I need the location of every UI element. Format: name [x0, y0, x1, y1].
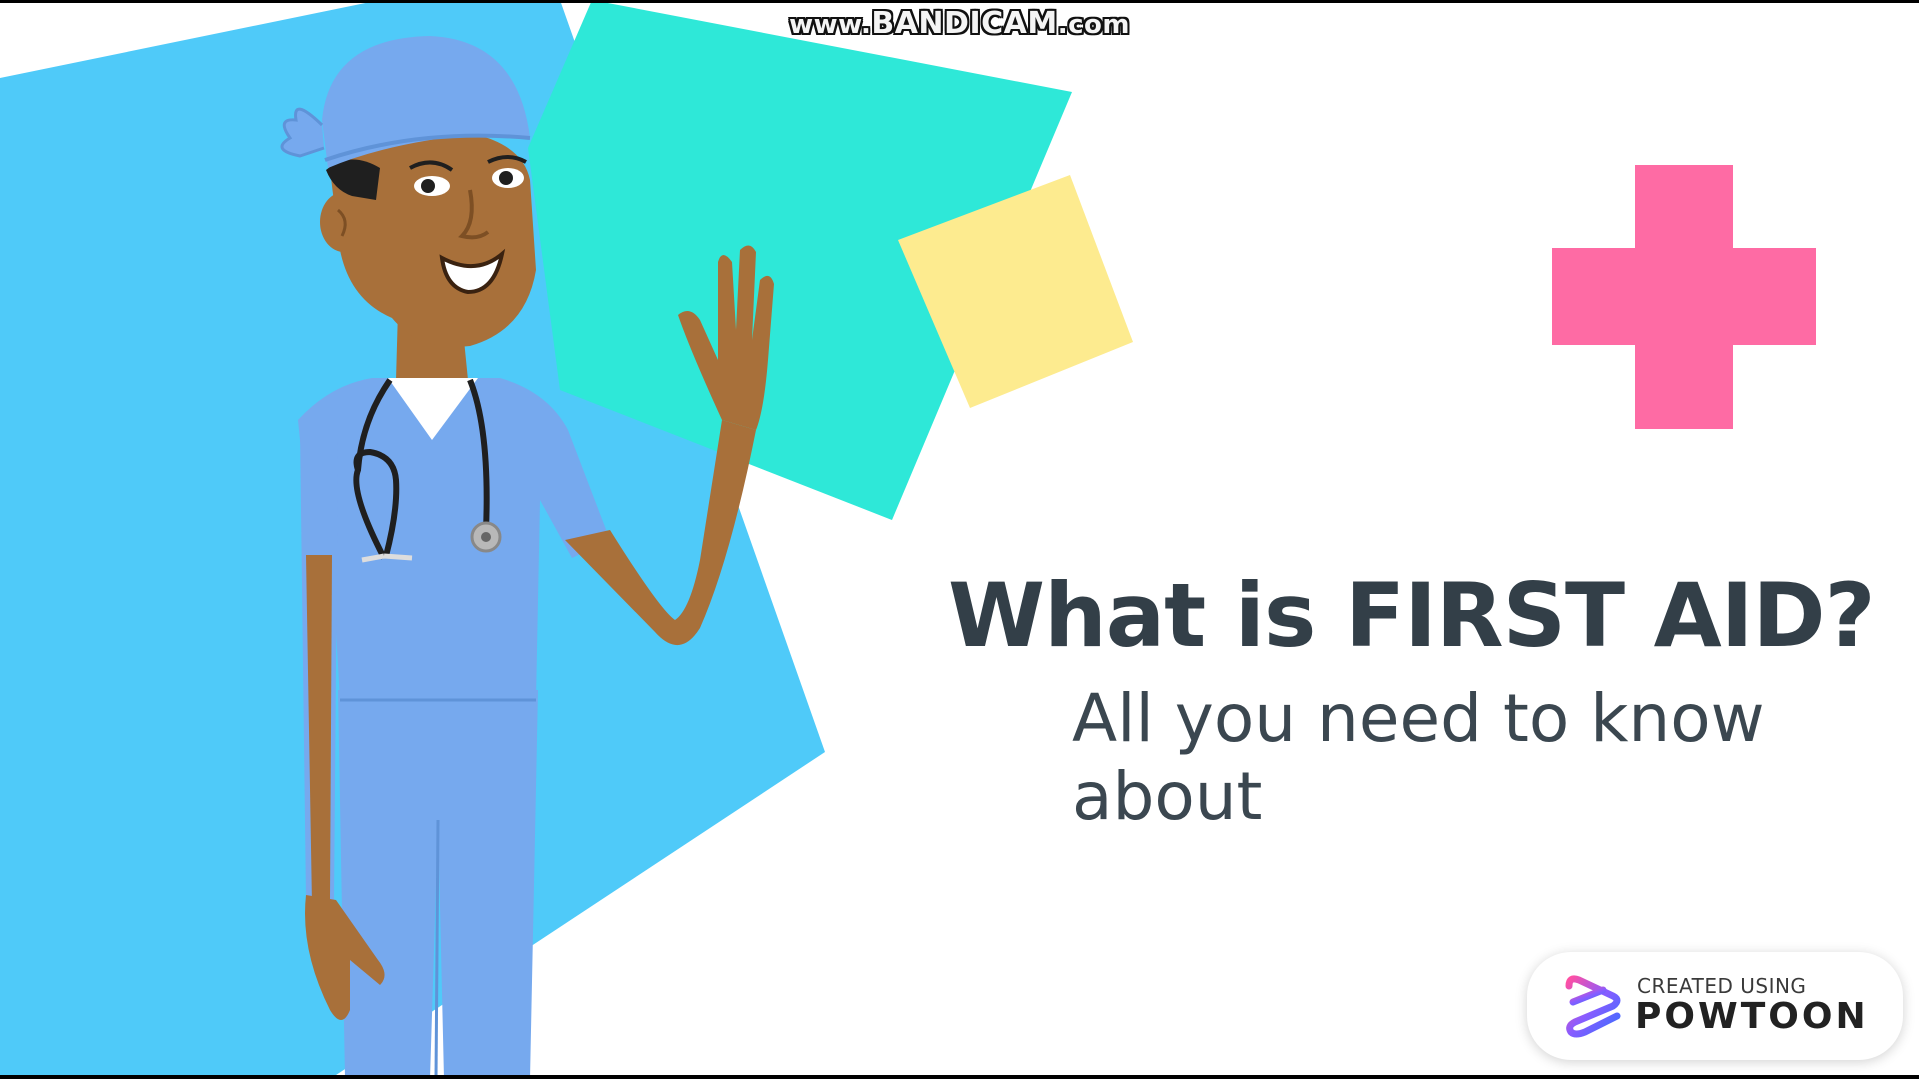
- badge-caption: CREATED USING: [1637, 974, 1807, 998]
- powtoon-logo-icon: [1565, 975, 1621, 1038]
- badge-brand: POWTOON: [1635, 996, 1869, 1037]
- slide-subtitle: All you need to know about: [1072, 680, 1765, 835]
- video-frame: www.BANDICAM.com What is FIRST AID? All …: [0, 0, 1919, 1079]
- slide-title: What is FIRST AID?: [948, 564, 1876, 667]
- medical-cross-icon: [1552, 165, 1816, 429]
- letterbox-top: [0, 0, 1919, 3]
- slide-illustration: [0, 0, 1816, 1079]
- created-using-powtoon-badge[interactable]: CREATED USING POWTOON: [1527, 952, 1903, 1060]
- letterbox-bottom: [0, 1075, 1919, 1079]
